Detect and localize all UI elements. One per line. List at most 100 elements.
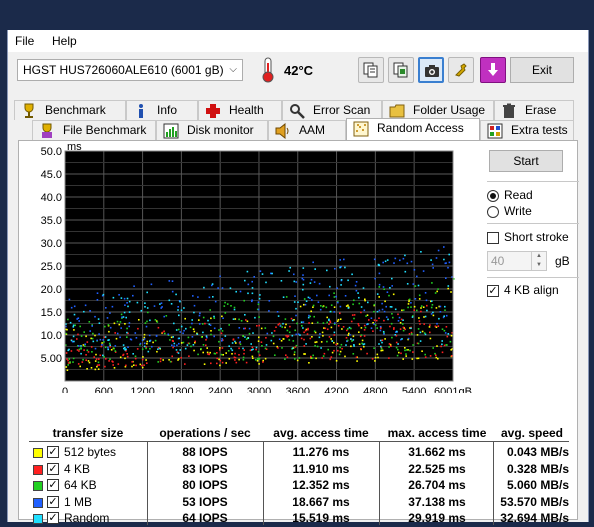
data-point-64-kb [293, 351, 296, 353]
tab-error-scan[interactable]: Error Scan [282, 100, 382, 120]
data-point-random [420, 251, 422, 253]
data-point-1-mb [259, 270, 262, 272]
data-point-1-mb [221, 338, 223, 340]
data-point-1-mb [183, 329, 185, 332]
data-point-64-kb [405, 349, 408, 351]
menu-file[interactable]: File [15, 34, 34, 48]
tab-random-access[interactable]: Random Access [346, 118, 480, 140]
data-point-random [448, 253, 450, 256]
data-point-64-kb [126, 336, 128, 338]
data-point-64-kb [311, 357, 314, 359]
copy-text-button[interactable] [388, 57, 414, 83]
access-time-chart: 50.0 45.0 40.0 35.0 30.0 25.0 20.0 15.0 10.0 5.00… [41, 141, 472, 393]
data-point-1-mb [96, 292, 99, 294]
tab-disk-monitor[interactable]: Disk monitor [156, 120, 268, 140]
header-transfer-size: transfer size [52, 426, 124, 440]
tab-aam[interactable]: AAM [268, 120, 346, 140]
start-button[interactable]: Start [489, 150, 563, 172]
data-point-random [127, 305, 129, 308]
data-point-4-kb [371, 358, 374, 360]
data-point-512-bytes [141, 366, 144, 369]
data-point-512-bytes [398, 351, 400, 354]
data-point-512-bytes [418, 317, 420, 319]
spin-arrows[interactable]: ▲ ▼ [531, 252, 546, 270]
tab-erase[interactable]: Erase [494, 100, 574, 120]
menu-help[interactable]: Help [52, 34, 77, 48]
data-point-random [157, 348, 159, 350]
series-checkbox[interactable]: ✓ [47, 512, 59, 524]
avg-access-cell: 15.519 ms [292, 511, 350, 525]
x-tick-label: 1800 [169, 386, 193, 393]
data-point-random [98, 322, 101, 324]
tab-info[interactable]: Info [126, 100, 198, 120]
tab-health[interactable]: Health [198, 100, 282, 120]
data-point-1-mb [251, 299, 253, 301]
stroke-size-input[interactable]: 40 ▲ ▼ [487, 251, 547, 271]
exit-button[interactable]: Exit [510, 57, 574, 83]
align-4kb-checkbox[interactable]: ✓ [487, 285, 499, 297]
data-point-random [394, 334, 397, 336]
options-button[interactable] [448, 57, 474, 83]
short-stroke-label: Short stroke [504, 230, 569, 244]
data-point-512-bytes [377, 356, 379, 359]
series-checkbox[interactable]: ✓ [47, 495, 59, 508]
data-point-4-kb [205, 339, 207, 341]
data-point-64-kb [373, 347, 375, 349]
tab-folder-usage[interactable]: Folder Usage [382, 100, 494, 120]
data-point-4-kb [98, 358, 100, 360]
data-point-512-bytes [401, 309, 403, 312]
speaker-icon [275, 123, 289, 139]
data-point-512-bytes [436, 290, 438, 293]
tab-benchmark[interactable]: Benchmark [14, 100, 126, 120]
data-point-1-mb [402, 257, 405, 260]
data-point-1-mb [89, 330, 91, 332]
header-avg-speed: avg. speed [500, 426, 564, 440]
data-point-1-mb [431, 263, 434, 266]
read-radio[interactable] [487, 190, 499, 202]
data-point-1-mb [398, 316, 401, 319]
save-button[interactable] [480, 57, 506, 83]
data-point-1-mb [171, 280, 174, 282]
data-point-random [213, 315, 215, 318]
data-point-64-kb [69, 361, 71, 363]
series-checkbox[interactable]: ✓ [47, 462, 59, 475]
write-radio[interactable] [487, 206, 499, 218]
data-point-random [347, 279, 349, 282]
short-stroke-checkbox[interactable] [487, 232, 499, 244]
data-point-4-kb [418, 320, 421, 322]
data-point-1-mb [344, 295, 347, 297]
data-point-4-kb [143, 364, 145, 366]
data-point-512-bytes [311, 336, 313, 338]
data-point-512-bytes [413, 305, 416, 308]
data-point-512-bytes [231, 353, 233, 355]
data-point-4-kb [400, 352, 402, 355]
data-point-random [175, 293, 177, 296]
data-point-1-mb [370, 327, 373, 329]
data-point-1-mb [447, 266, 449, 269]
data-point-random [203, 286, 205, 289]
data-point-1-mb [313, 281, 316, 283]
data-point-4-kb [342, 326, 345, 328]
data-point-512-bytes [312, 306, 314, 308]
data-point-1-mb [333, 311, 336, 313]
tab-extra-tests[interactable]: Extra tests [480, 120, 574, 140]
data-point-64-kb [380, 347, 383, 350]
data-point-1-mb [191, 322, 193, 325]
align-4kb-label: 4 KB align [504, 283, 559, 297]
data-point-random [207, 319, 209, 322]
data-point-1-mb [397, 320, 400, 322]
series-checkbox[interactable]: ✓ [47, 446, 59, 458]
series-checkbox[interactable]: ✓ [47, 479, 59, 491]
data-point-512-bytes [450, 334, 453, 337]
copy-button[interactable] [358, 57, 384, 83]
tab-file-benchmark[interactable]: File Benchmark [32, 120, 156, 140]
data-point-1-mb [222, 317, 224, 319]
data-point-4-kb [429, 331, 431, 334]
data-point-random [149, 340, 151, 342]
data-point-4-kb [172, 340, 174, 342]
x-tick-label: 1200 [130, 386, 154, 393]
screenshot-button[interactable] [418, 57, 444, 83]
data-point-512-bytes [408, 300, 410, 303]
data-point-random [387, 318, 389, 321]
drive-select[interactable]: HGST HUS726060ALE610 (6001 gB) ⌵ [17, 59, 243, 81]
